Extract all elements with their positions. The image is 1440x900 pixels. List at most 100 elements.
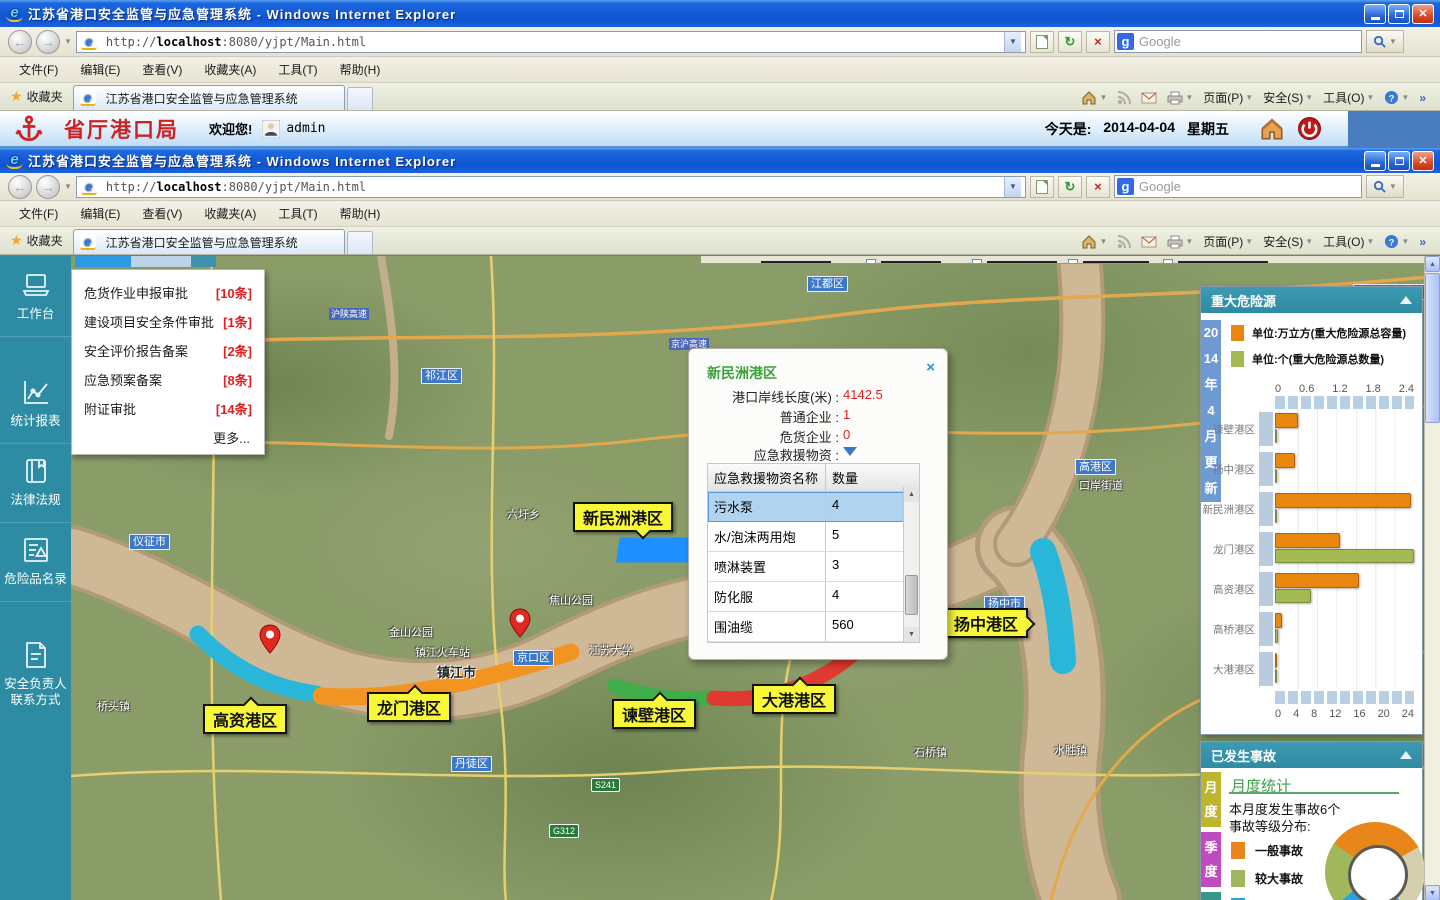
bar-capacity[interactable]	[1275, 493, 1411, 508]
table-row[interactable]: 水/泡沫两用炮5	[708, 522, 919, 552]
menu-item[interactable]: 查看(V)	[133, 58, 191, 81]
bar-count[interactable]	[1275, 509, 1277, 523]
menu-item[interactable]: 文件(F)	[10, 58, 67, 81]
sidebar-item-laws[interactable]: 法律法规	[0, 444, 71, 523]
panel-header[interactable]: 已发生事故	[1201, 742, 1422, 768]
port-callout-label[interactable]: 高资港区	[203, 704, 287, 734]
nav-tab-active-clipped[interactable]	[75, 256, 131, 267]
bar-capacity[interactable]	[1275, 413, 1298, 428]
bar-count[interactable]	[1275, 429, 1277, 443]
menu-item-more[interactable]: 更多...	[72, 423, 264, 450]
accident-tab-2[interactable]: 季度	[1201, 832, 1221, 887]
bar-count[interactable]	[1275, 629, 1278, 643]
search-button[interactable]: ▼	[1366, 30, 1404, 53]
logout-power-icon[interactable]	[1297, 116, 1322, 141]
sidebar-item-workbench[interactable]: 工作台	[0, 258, 71, 337]
compatibility-view-button[interactable]	[1030, 176, 1054, 198]
print-button[interactable]: ▼	[1167, 91, 1193, 105]
page-menu[interactable]: 页面(P)▼	[1203, 233, 1253, 250]
menu-item[interactable]: 帮助(H)	[331, 58, 390, 81]
menu-item[interactable]: 收藏夹(A)	[195, 58, 265, 81]
accident-tab-3[interactable]: 年度	[1201, 892, 1221, 900]
bar-capacity[interactable]	[1275, 453, 1295, 468]
port-callout-label[interactable]: 谏壁港区	[612, 699, 696, 729]
back-button[interactable]: ←	[8, 175, 32, 199]
mail-button[interactable]	[1141, 92, 1157, 104]
nav-tab-clipped[interactable]	[131, 256, 191, 267]
tools-menu[interactable]: 工具(O)▼	[1323, 89, 1374, 106]
sidebar-item-reports[interactable]: 统计报表	[0, 365, 71, 444]
home-shortcut-icon[interactable]	[1259, 117, 1285, 141]
minimize-button[interactable]	[1364, 4, 1386, 24]
restore-button[interactable]	[1388, 4, 1410, 24]
bar-capacity[interactable]	[1275, 573, 1359, 588]
map-pin-gaozi[interactable]	[258, 624, 282, 654]
menu-item[interactable]: 帮助(H)	[331, 202, 390, 225]
home-button[interactable]: ▼	[1081, 90, 1107, 105]
menu-item[interactable]: 危货作业申报审批[10条]	[72, 278, 264, 307]
bar-count[interactable]	[1275, 669, 1277, 683]
help-button[interactable]: ?▼	[1384, 90, 1409, 105]
nav-tab-clipped-2[interactable]	[191, 256, 216, 267]
sidebar-item-hazard-list[interactable]: 危险品名录	[0, 523, 71, 602]
search-box[interactable]: g Google	[1114, 175, 1362, 198]
compatibility-view-button[interactable]	[1030, 31, 1054, 53]
sidebar-item-safety-contacts[interactable]: 安全负责人联系方式	[0, 628, 71, 722]
url-field[interactable]: e http://localhost:8080/yjpt/Main.html ▼	[76, 176, 1026, 198]
back-button[interactable]: ←	[8, 30, 32, 54]
overflow-chevron[interactable]: »	[1419, 235, 1426, 249]
table-row[interactable]: 围油缆560	[708, 612, 919, 642]
tools-menu[interactable]: 工具(O)▼	[1323, 233, 1374, 250]
search-box[interactable]: g Google	[1114, 30, 1362, 53]
map-scrollbar[interactable]: ▲ ▼	[1424, 256, 1440, 900]
favorites-button[interactable]: ★收藏夹	[6, 228, 73, 254]
feeds-button[interactable]	[1117, 91, 1131, 105]
home-button[interactable]: ▼	[1081, 234, 1107, 249]
panel-header[interactable]: 重大危险源	[1201, 287, 1422, 313]
safety-menu[interactable]: 安全(S)▼	[1263, 233, 1313, 250]
materials-collapse-triangle[interactable]	[843, 447, 857, 463]
url-dropdown-caret[interactable]: ▼	[1004, 32, 1021, 52]
port-callout-label[interactable]: 扬中港区	[944, 608, 1028, 638]
accident-tab-1[interactable]: 月度	[1201, 772, 1221, 827]
menu-item[interactable]: 应急预案备案[8条]	[72, 365, 264, 394]
bar-count[interactable]	[1275, 589, 1311, 603]
bar-count[interactable]	[1275, 549, 1414, 563]
menu-item[interactable]: 文件(F)	[10, 202, 67, 225]
forward-button[interactable]: →	[36, 175, 60, 199]
mail-button[interactable]	[1141, 236, 1157, 248]
map-layer-filter-bar-clipped[interactable]	[701, 256, 1424, 264]
feeds-button[interactable]	[1117, 235, 1131, 249]
window-titlebar[interactable]: e 江苏省港口安全监管与应急管理系统 - Windows Internet Ex…	[0, 0, 1440, 27]
menu-item[interactable]: 附证审批[14条]	[72, 394, 264, 423]
port-callout-label[interactable]: 龙门港区	[367, 692, 451, 722]
new-tab-button[interactable]	[347, 231, 373, 254]
collapse-triangle-icon[interactable]	[1400, 290, 1412, 304]
menu-item[interactable]: 安全评价报告备案[2条]	[72, 336, 264, 365]
popup-close-icon[interactable]: ×	[926, 361, 935, 375]
safety-menu[interactable]: 安全(S)▼	[1263, 89, 1313, 106]
close-button[interactable]: ✕	[1412, 4, 1434, 24]
overflow-chevron[interactable]: »	[1419, 91, 1426, 105]
bar-capacity[interactable]	[1275, 653, 1277, 668]
collapse-triangle-icon[interactable]	[1400, 745, 1412, 759]
new-tab-button[interactable]	[347, 87, 373, 110]
minimize-button[interactable]	[1364, 151, 1386, 171]
port-callout-label[interactable]: 大港港区	[752, 684, 836, 714]
stop-button[interactable]: ×	[1086, 176, 1110, 198]
bar-count[interactable]	[1275, 469, 1277, 483]
menu-item[interactable]: 工具(T)	[269, 202, 326, 225]
print-button[interactable]: ▼	[1167, 235, 1193, 249]
stop-button[interactable]: ×	[1086, 31, 1110, 53]
menu-item[interactable]: 编辑(E)	[71, 202, 129, 225]
menu-item[interactable]: 收藏夹(A)	[195, 202, 265, 225]
table-row[interactable]: 喷淋装置3	[708, 552, 919, 582]
menu-item[interactable]: 建设项目安全条件审批[1条]	[72, 307, 264, 336]
bar-capacity[interactable]	[1275, 613, 1282, 628]
url-dropdown-caret[interactable]: ▼	[1004, 177, 1021, 197]
favorites-button[interactable]: ★收藏夹	[6, 84, 73, 110]
restore-button[interactable]	[1388, 151, 1410, 171]
bar-capacity[interactable]	[1275, 533, 1340, 548]
browser-tab[interactable]: e 江苏省港口安全监管与应急管理系统	[73, 229, 345, 254]
port-callout-label[interactable]: 新民洲港区	[573, 502, 673, 532]
